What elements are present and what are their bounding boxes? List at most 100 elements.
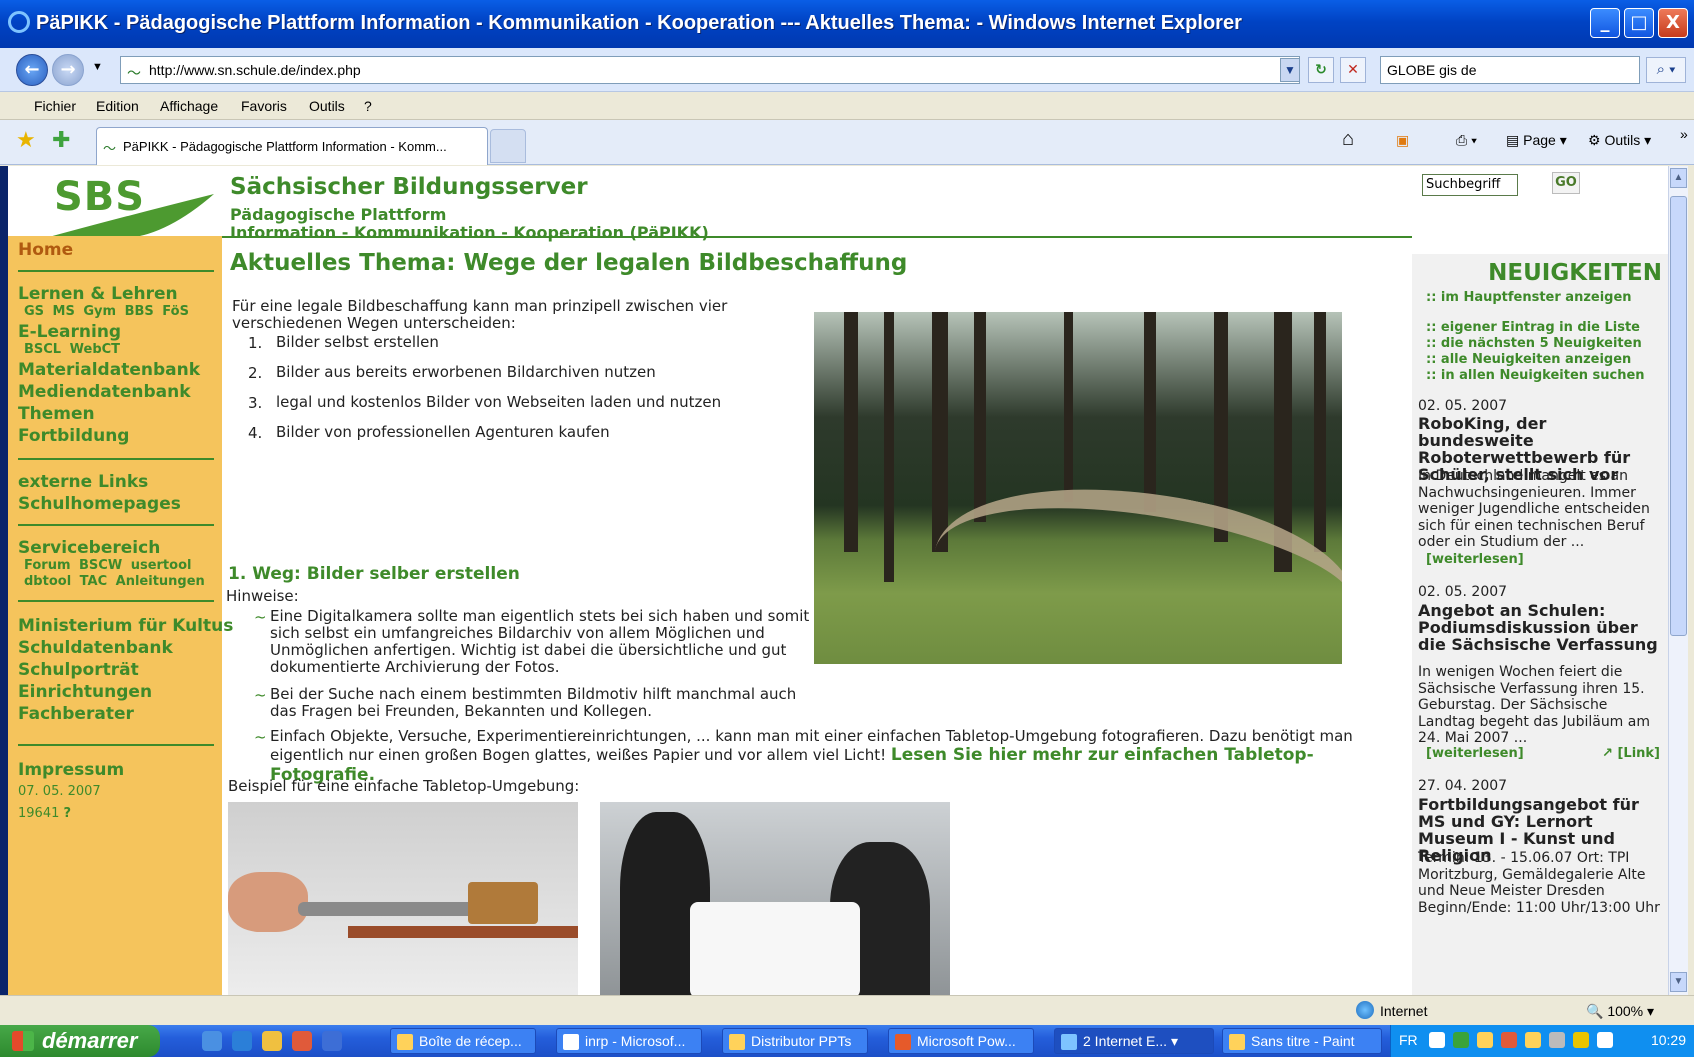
site-search-input[interactable]: Suchbegriff xyxy=(1422,174,1518,196)
quicklaunch-icon[interactable] xyxy=(202,1031,222,1051)
address-dropdown-icon[interactable]: ▼ xyxy=(1280,58,1300,82)
quicklaunch-icon[interactable] xyxy=(292,1031,312,1051)
nav-servicebereich[interactable]: Servicebereich xyxy=(18,538,160,558)
nav-lernen-sub[interactable]: GS MS Gym BBS FöS xyxy=(24,304,189,319)
favorites-star-icon[interactable]: ★ xyxy=(16,127,36,153)
news-link[interactable]: :: die nächsten 5 Neuigkeiten xyxy=(1426,336,1642,351)
forward-button[interactable]: → xyxy=(52,54,84,86)
header-divider xyxy=(222,236,1412,238)
task-paint[interactable]: Sans titre - Paint xyxy=(1222,1028,1382,1054)
search-input[interactable]: GLOBE gis de xyxy=(1380,56,1640,84)
quicklaunch-icon[interactable] xyxy=(322,1031,342,1051)
nav-ministerium[interactable]: Ministerium für Kultus xyxy=(18,616,233,636)
menu-edition[interactable]: Edition xyxy=(96,98,139,114)
print-icon[interactable]: ⎙ ▾ xyxy=(1456,132,1477,149)
search-icon[interactable]: ⌕ ▾ xyxy=(1646,57,1686,83)
nav-service-sub1[interactable]: Forum BSCW usertool xyxy=(24,558,191,573)
menu-outils[interactable]: Outils xyxy=(309,98,345,114)
counter-help-link[interactable]: ? xyxy=(64,806,72,821)
nav-impressum[interactable]: Impressum xyxy=(18,760,124,780)
history-dropdown-icon[interactable]: ▼ xyxy=(92,61,103,73)
nav-elearning-sub[interactable]: BSCL WebCT xyxy=(24,342,120,357)
news-title[interactable]: Angebot an Schulen: Podiumsdiskussion üb… xyxy=(1418,602,1662,653)
external-link[interactable]: ↗ [Link] xyxy=(1602,746,1660,761)
news-link[interactable]: :: alle Neuigkeiten anzeigen xyxy=(1426,352,1631,367)
refresh-icon[interactable]: ↻ xyxy=(1308,57,1334,83)
zoom-control[interactable]: 🔍 100% ▾ xyxy=(1586,1003,1654,1020)
minimize-button[interactable]: _ xyxy=(1590,8,1620,38)
news-body: In Deutschland mangelt es an Nachwuchsin… xyxy=(1418,468,1650,550)
tray-icon[interactable] xyxy=(1429,1032,1445,1048)
language-indicator[interactable]: FR xyxy=(1399,1032,1418,1048)
ie-quicklaunch-icon[interactable] xyxy=(232,1031,252,1051)
maximize-button[interactable]: □ xyxy=(1624,8,1654,38)
nav-schulportraet[interactable]: Schulporträt xyxy=(18,660,139,680)
tray-icon[interactable] xyxy=(1525,1032,1541,1048)
news-body: In wenigen Wochen feiert die Sächsische … xyxy=(1418,664,1650,746)
nav-einrichtungen[interactable]: Einrichtungen xyxy=(18,682,152,702)
menu-help[interactable]: ? xyxy=(364,98,372,114)
tip-bullet-icon: ~ xyxy=(254,608,267,626)
way-item: legal und kostenlos Bilder von Webseiten… xyxy=(276,393,722,411)
task-powerpoint[interactable]: Microsoft Pow... xyxy=(888,1028,1034,1054)
menu-fichier[interactable]: Fichier xyxy=(34,98,76,114)
news-link[interactable]: :: im Hauptfenster anzeigen xyxy=(1426,290,1632,305)
task-word[interactable]: inrp - Microsof... xyxy=(556,1028,702,1054)
outlook-quicklaunch-icon[interactable] xyxy=(262,1031,282,1051)
system-tray: FR 10:29 xyxy=(1390,1025,1694,1057)
page-menu[interactable]: ▤ Page ▾ xyxy=(1506,132,1567,149)
nav-schuldatenbank[interactable]: Schuldatenbank xyxy=(18,638,173,658)
start-label: démarrer xyxy=(42,1028,138,1053)
nav-lernen[interactable]: Lernen & Lehren xyxy=(18,284,178,304)
home-icon[interactable]: ⌂ xyxy=(1342,128,1354,151)
news-link[interactable]: :: in allen Neuigkeiten suchen xyxy=(1426,368,1645,383)
read-more-link[interactable]: [weiterlesen] xyxy=(1426,746,1524,761)
task-outlook[interactable]: Boîte de récep... xyxy=(390,1028,536,1054)
feeds-icon[interactable]: ▣ xyxy=(1396,132,1409,149)
scroll-thumb[interactable] xyxy=(1670,196,1687,636)
nav-home[interactable]: Home xyxy=(18,240,73,260)
tabletop-photo-2 xyxy=(600,802,950,995)
nav-themen[interactable]: Themen xyxy=(18,404,95,424)
tray-icon[interactable] xyxy=(1573,1032,1589,1048)
start-button[interactable]: démarrer xyxy=(0,1025,160,1057)
news-link[interactable]: :: eigener Eintrag in die Liste xyxy=(1426,320,1640,335)
task-label: Boîte de récep... xyxy=(419,1033,522,1049)
vertical-scrollbar[interactable]: ▲ ▼ xyxy=(1668,166,1688,995)
tools-menu[interactable]: ⚙ Outils ▾ xyxy=(1588,132,1651,149)
task-label: Sans titre - Paint xyxy=(1251,1033,1355,1049)
nav-externe-links[interactable]: externe Links xyxy=(18,472,148,492)
chevron-right-icon[interactable]: » xyxy=(1680,126,1688,142)
nav-mediendatenbank[interactable]: Mediendatenbank xyxy=(18,382,191,402)
tip-bullet-icon: ~ xyxy=(254,686,267,704)
nav-fortbildung[interactable]: Fortbildung xyxy=(18,426,129,446)
go-button[interactable]: GO xyxy=(1552,172,1580,194)
scroll-up-icon[interactable]: ▲ xyxy=(1670,168,1687,188)
menu-affichage[interactable]: Affichage xyxy=(160,98,218,114)
scroll-down-icon[interactable]: ▼ xyxy=(1670,972,1687,992)
tab-current[interactable]: 〜 PäPIKK - Pädagogische Plattform Inform… xyxy=(96,127,488,165)
tip-item: Eine Digitalkamera sollte man eigentlich… xyxy=(270,607,810,676)
nav-materialdatenbank[interactable]: Materialdatenbank xyxy=(18,360,200,380)
read-more-link[interactable]: [weiterlesen] xyxy=(1426,552,1524,567)
nav-schulhomepages[interactable]: Schulhomepages xyxy=(18,494,181,514)
tray-icon[interactable] xyxy=(1501,1032,1517,1048)
task-internet-explorer[interactable]: 2 Internet E... ▾ xyxy=(1054,1028,1214,1054)
tray-icon[interactable] xyxy=(1477,1032,1493,1048)
close-button[interactable]: X xyxy=(1658,8,1688,38)
menu-favoris[interactable]: Favoris xyxy=(241,98,287,114)
task-folder[interactable]: Distributor PPTs xyxy=(722,1028,868,1054)
tray-icon[interactable] xyxy=(1597,1032,1613,1048)
tray-icon[interactable] xyxy=(1549,1032,1565,1048)
back-button[interactable]: ← xyxy=(16,54,48,86)
nav-service-sub2[interactable]: dbtool TAC Anleitungen xyxy=(24,574,205,589)
nav-fachberater[interactable]: Fachberater xyxy=(18,704,134,724)
address-field[interactable]: 〜 http://www.sn.schule.de/index.php xyxy=(120,56,1300,84)
add-favorite-icon[interactable]: ✚ xyxy=(52,127,70,153)
ie-window: PäPIKK - Pädagogische Plattform Informat… xyxy=(0,0,1694,1057)
new-tab-button[interactable] xyxy=(490,129,526,163)
tray-icon[interactable] xyxy=(1453,1032,1469,1048)
address-url: http://www.sn.schule.de/index.php xyxy=(149,62,361,78)
nav-elearning[interactable]: E-Learning xyxy=(18,322,121,342)
stop-icon[interactable]: ✕ xyxy=(1340,57,1366,83)
